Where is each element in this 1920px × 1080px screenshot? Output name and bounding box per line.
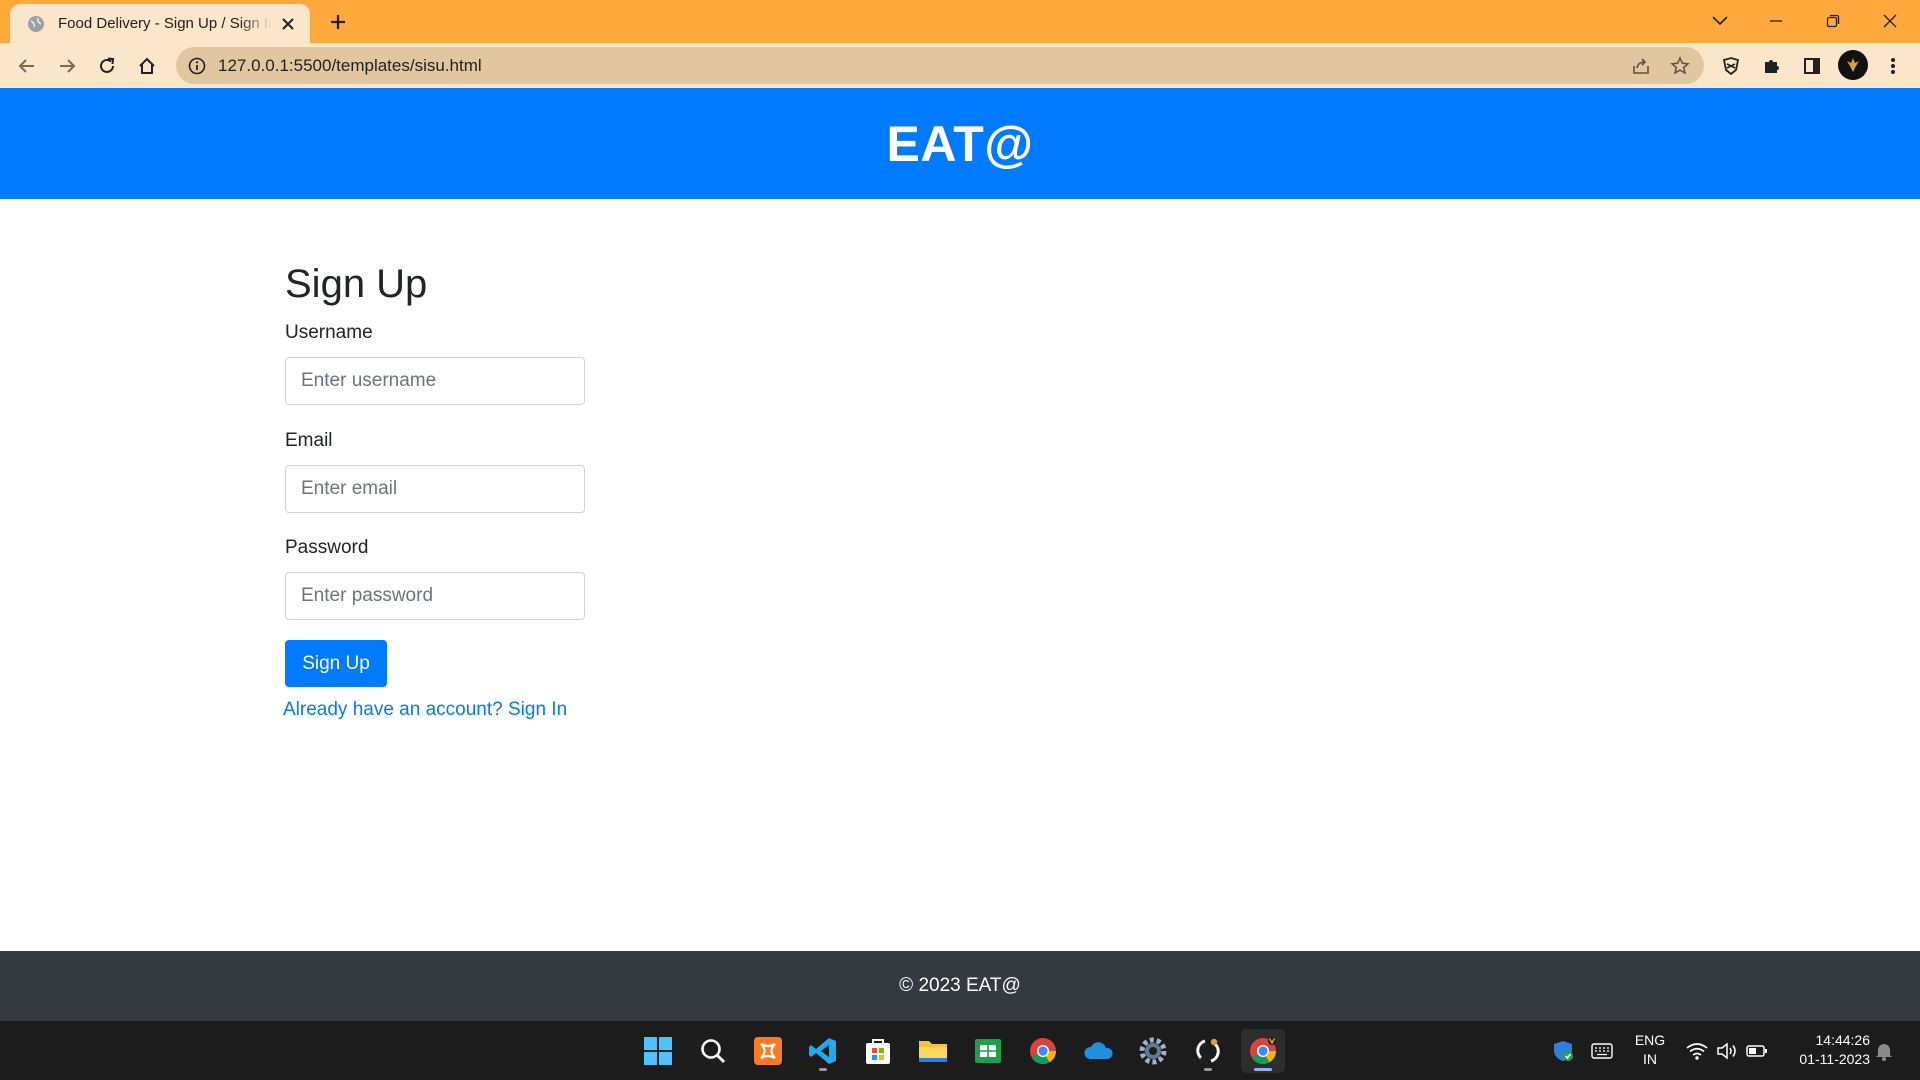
extension-shield-icon[interactable] xyxy=(1715,50,1747,82)
share-icon[interactable] xyxy=(1627,52,1655,80)
back-arrow-icon[interactable] xyxy=(11,50,43,82)
file-explorer-icon[interactable] xyxy=(911,1029,955,1073)
browser-tab-strip: Food Delivery - Sign Up / Sign In xyxy=(0,0,1920,43)
chrome-profile-icon[interactable] xyxy=(1241,1029,1285,1073)
password-label: Password xyxy=(285,537,369,558)
notification-bell-icon[interactable] xyxy=(1872,1039,1896,1063)
window-close-icon[interactable] xyxy=(1870,6,1910,36)
battery-icon[interactable] xyxy=(1745,1039,1769,1063)
username-label: Username xyxy=(285,322,373,343)
bookmark-star-icon[interactable] xyxy=(1666,52,1694,80)
url-text[interactable]: 127.0.0.1:5500/templates/sisu.html xyxy=(218,56,482,76)
wifi-icon[interactable] xyxy=(1685,1039,1709,1063)
reload-icon[interactable] xyxy=(91,50,123,82)
username-input[interactable] xyxy=(285,357,585,405)
brand-logo-text[interactable]: EAT@ xyxy=(886,115,1033,173)
keyboard-icon[interactable] xyxy=(1590,1039,1614,1063)
tab-search-chevron-icon[interactable] xyxy=(1700,6,1740,36)
region-code: IN xyxy=(1643,1051,1657,1067)
start-icon[interactable] xyxy=(636,1029,680,1073)
browser-toolbar: 127.0.0.1:5500/templates/sisu.html xyxy=(0,43,1920,88)
system-clock[interactable]: 14:44:26 01-11-2023 xyxy=(1772,1031,1870,1069)
volume-icon[interactable] xyxy=(1715,1039,1739,1063)
running-indicator xyxy=(819,1068,827,1071)
email-label: Email xyxy=(285,430,333,451)
browser-tab[interactable]: Food Delivery - Sign Up / Sign In xyxy=(10,4,310,43)
onedrive-icon[interactable] xyxy=(1076,1029,1120,1073)
clock-date: 01-11-2023 xyxy=(1799,1051,1870,1067)
github-icon[interactable] xyxy=(1186,1029,1230,1073)
sheets-icon[interactable] xyxy=(966,1029,1010,1073)
sign-up-button[interactable]: Sign Up xyxy=(285,640,387,687)
address-bar[interactable]: 127.0.0.1:5500/templates/sisu.html xyxy=(176,47,1704,84)
language-code: ENG xyxy=(1634,1032,1666,1048)
search-icon[interactable] xyxy=(691,1029,735,1073)
globe-icon xyxy=(26,14,46,34)
active-indicator xyxy=(1254,1068,1272,1071)
new-tab-button[interactable] xyxy=(325,9,351,35)
clock-time: 14:44:26 xyxy=(1815,1032,1871,1048)
chrome-icon[interactable] xyxy=(1021,1029,1065,1073)
xampp-icon[interactable] xyxy=(746,1029,790,1073)
taskbar: ENG IN 14:44:26 01-11-2023 xyxy=(0,1021,1920,1080)
profile-emblem-icon xyxy=(1847,58,1859,72)
sign-in-link[interactable]: Already have an account? Sign In xyxy=(283,699,567,721)
menu-kebab-icon[interactable] xyxy=(1877,50,1909,82)
extensions-puzzle-icon[interactable] xyxy=(1756,50,1788,82)
language-indicator[interactable]: ENG IN xyxy=(1625,1031,1675,1069)
side-panel-icon[interactable] xyxy=(1796,50,1828,82)
profile-avatar[interactable] xyxy=(1838,50,1868,80)
vscode-icon[interactable] xyxy=(801,1029,845,1073)
site-header: EAT@ xyxy=(0,88,1920,199)
copyright-text: © 2023 EAT@ xyxy=(899,975,1021,996)
running-indicator xyxy=(1204,1068,1212,1071)
defender-shield-icon[interactable] xyxy=(1551,1039,1575,1063)
site-footer: © 2023 EAT@ xyxy=(0,951,1920,1021)
minimize-icon[interactable] xyxy=(1756,6,1796,36)
restore-icon[interactable] xyxy=(1813,6,1853,36)
store-icon[interactable] xyxy=(856,1029,900,1073)
site-info-icon[interactable] xyxy=(186,55,208,77)
email-input[interactable] xyxy=(285,465,585,513)
forward-arrow-icon[interactable] xyxy=(51,50,83,82)
home-icon[interactable] xyxy=(131,50,163,82)
password-input[interactable] xyxy=(285,572,585,620)
close-icon[interactable] xyxy=(278,14,298,34)
settings-icon[interactable] xyxy=(1131,1029,1175,1073)
tab-title: Food Delivery - Sign Up / Sign In xyxy=(58,15,272,32)
form-title: Sign Up xyxy=(285,262,428,306)
